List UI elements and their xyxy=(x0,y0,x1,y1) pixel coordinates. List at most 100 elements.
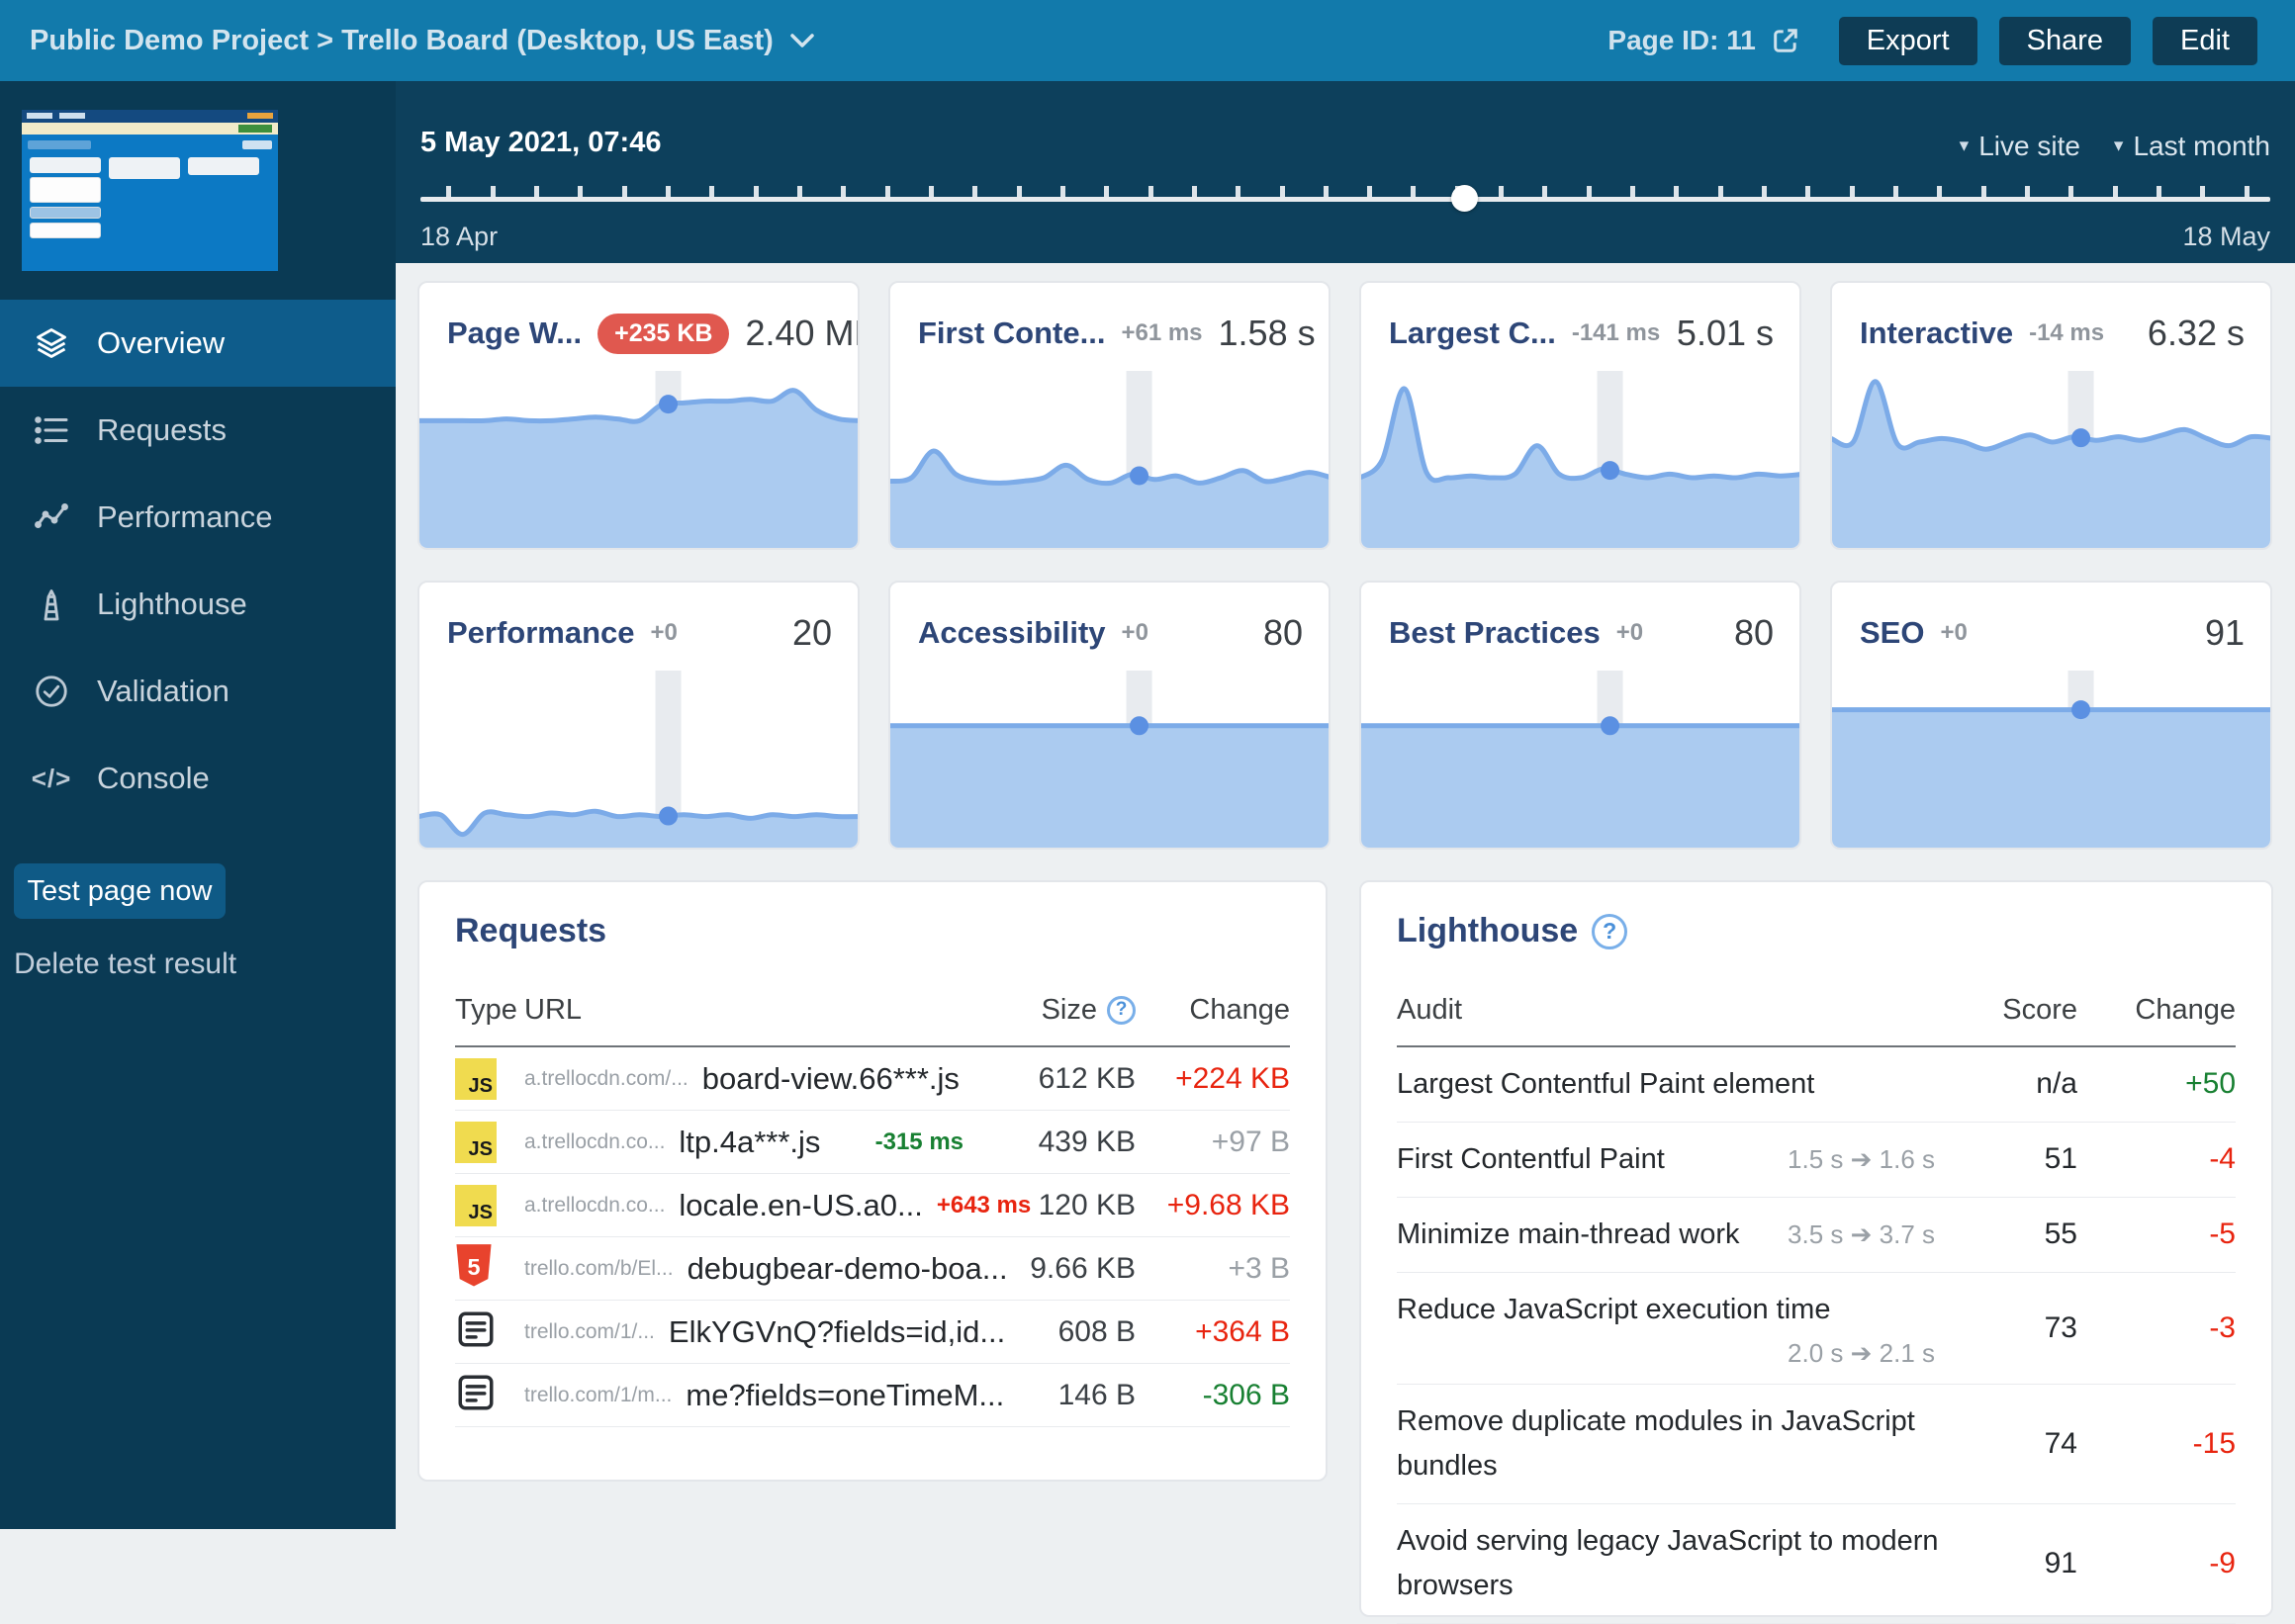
size-help-icon[interactable]: ? xyxy=(1107,996,1136,1025)
request-size: 146 B xyxy=(987,1379,1136,1412)
sidebar: Overview Requests Performance xyxy=(0,81,396,1529)
export-button[interactable]: Export xyxy=(1839,17,1977,65)
js-file-icon: JS xyxy=(455,1058,497,1100)
range-start-label: 18 Apr xyxy=(420,222,498,252)
timeline-header: 5 May 2021, 07:46 ▾ Live site ▾ Last mon… xyxy=(396,81,2295,263)
date-range-dropdown[interactable]: ▾ Last month xyxy=(2114,131,2270,162)
metric-sparkline xyxy=(1360,371,1801,549)
metric-value: 20 xyxy=(792,612,832,654)
audit-score: 51 xyxy=(1949,1142,2077,1176)
lighthouse-row[interactable]: Minimize main-thread work 3.5 s ➔ 3.7 s … xyxy=(1397,1198,2236,1273)
request-change: +224 KB xyxy=(1136,1062,1290,1096)
sidebar-item-overview[interactable]: Overview xyxy=(0,300,396,387)
request-row[interactable]: JS a.trellocdn.co... locale.en-US.a0... … xyxy=(455,1174,1290,1237)
request-change: -306 B xyxy=(1136,1379,1290,1412)
thumbnail-list xyxy=(30,157,101,173)
audit-change: -9 xyxy=(2077,1547,2236,1580)
lighthouse-row[interactable]: Largest Contentful Paint element n/a +50 xyxy=(1397,1047,2236,1123)
external-link-icon[interactable] xyxy=(1770,25,1801,56)
lighthouse-row[interactable]: Remove duplicate modules in JavaScript b… xyxy=(1397,1385,2236,1504)
metric-card-accessibility-score: Accessibility +0 80 xyxy=(888,581,1331,850)
metric-sparkline xyxy=(1360,671,1801,849)
metric-value: 80 xyxy=(1734,612,1774,654)
col-size: Size xyxy=(1042,994,1097,1027)
breadcrumb-label: Public Demo Project > Trello Board (Desk… xyxy=(30,25,774,57)
svg-text:5: 5 xyxy=(467,1254,480,1280)
lighthouse-panel-title: Lighthouse xyxy=(1397,912,1578,950)
sidebar-item-lighthouse[interactable]: Lighthouse xyxy=(0,561,396,648)
lighthouse-help-icon[interactable]: ? xyxy=(1592,914,1627,949)
sidebar-item-performance[interactable]: Performance xyxy=(0,474,396,561)
request-row[interactable]: trello.com/1/m... me?fields=oneTimeM... … xyxy=(455,1364,1290,1427)
metric-card-performance-score: Performance +0 20 xyxy=(417,581,860,850)
js-file-icon: JS xyxy=(455,1122,497,1163)
dropdown-caret-icon: ▾ xyxy=(1960,135,1970,157)
metric-title: First Conte... xyxy=(918,316,1105,351)
audit-score: 55 xyxy=(1949,1218,2077,1251)
audit-score: 91 xyxy=(1949,1547,2077,1580)
lighthouse-panel: Lighthouse ? Audit Score Change Largest … xyxy=(1359,880,2273,1617)
request-change: +9.68 KB xyxy=(1136,1189,1290,1222)
metric-cards-row-2: Performance +0 20 Accessibility +0 80 Be… xyxy=(417,581,2295,850)
request-row[interactable]: 5 trello.com/b/El... debugbear-demo-boa.… xyxy=(455,1237,1290,1301)
lighthouse-row[interactable]: Reduce JavaScript execution time 2.0 s ➔… xyxy=(1397,1273,2236,1385)
dropdown-caret-icon: ▾ xyxy=(2114,135,2124,157)
request-size: 9.66 KB xyxy=(987,1252,1136,1286)
request-row[interactable]: JS a.trellocdn.com/... board-view.66***.… xyxy=(455,1047,1290,1111)
lighthouse-row[interactable]: Avoid serving legacy JavaScript to moder… xyxy=(1397,1504,2236,1624)
topbar-actions: Page ID: 11 Export Share Edit xyxy=(1607,17,2257,65)
edit-button[interactable]: Edit xyxy=(2153,17,2257,65)
lighthouse-table-header: Audit Score Change xyxy=(1397,974,2236,1047)
audit-change: -5 xyxy=(2077,1218,2236,1251)
delete-test-result-link[interactable]: Delete test result xyxy=(14,947,236,981)
lighthouse-row[interactable]: First Contentful Paint 1.5 s ➔ 1.6 s 51 … xyxy=(1397,1123,2236,1198)
request-size: 120 KB xyxy=(987,1189,1136,1222)
request-change: +364 B xyxy=(1136,1315,1290,1349)
main-content: Page W... +235 KB 2.40 MB First Conte...… xyxy=(396,263,2295,1529)
document-file-icon xyxy=(455,1372,524,1418)
request-row[interactable]: trello.com/1/... ElkYGVnQ?fields=id,id..… xyxy=(455,1301,1290,1364)
metric-card-best-practices-score: Best Practices +0 80 xyxy=(1359,581,1801,850)
metric-change: +0 xyxy=(651,619,678,647)
timeline-handle[interactable] xyxy=(1451,185,1478,212)
audit-score: 74 xyxy=(1949,1427,2077,1461)
sidebar-nav: Overview Requests Performance xyxy=(0,300,396,822)
list-icon xyxy=(32,412,71,448)
thumbnail-notice-bar xyxy=(22,123,278,135)
metric-change: +0 xyxy=(1940,619,1967,647)
request-row[interactable]: JS a.trellocdn.co... ltp.4a***.js -315 m… xyxy=(455,1111,1290,1174)
metric-change: -14 ms xyxy=(2029,319,2104,347)
metric-value: 91 xyxy=(2205,612,2245,654)
audit-timing: 2.0 s ➔ 2.1 s xyxy=(1397,1338,1949,1369)
live-site-dropdown[interactable]: ▾ Live site xyxy=(1960,131,2080,162)
audit-score: n/a xyxy=(1949,1067,2077,1101)
audit-timing: 3.5 s ➔ 3.7 s xyxy=(1788,1219,1949,1250)
sidebar-item-console[interactable]: </> Console xyxy=(0,735,396,822)
html-file-icon: 5 xyxy=(455,1244,524,1293)
metric-sparkline xyxy=(889,671,1331,849)
col-score: Score xyxy=(1949,994,2077,1027)
breadcrumb[interactable]: Public Demo Project > Trello Board (Desk… xyxy=(30,25,815,57)
col-change: Change xyxy=(2077,994,2236,1027)
metric-sparkline xyxy=(418,371,860,549)
sidebar-item-label: Console xyxy=(97,761,210,796)
check-circle-icon xyxy=(32,674,71,709)
change-badge: +235 KB xyxy=(597,314,729,354)
metric-title: Interactive xyxy=(1860,316,2013,351)
sidebar-item-validation[interactable]: Validation xyxy=(0,648,396,735)
metric-value: 5.01 s xyxy=(1677,313,1774,354)
sidebar-item-requests[interactable]: Requests xyxy=(0,387,396,474)
metric-value: 6.32 s xyxy=(2148,313,2245,354)
share-button[interactable]: Share xyxy=(1999,17,2131,65)
requests-panel-title: Requests xyxy=(455,912,606,950)
metric-value: 1.58 s xyxy=(1219,313,1316,354)
layers-icon xyxy=(32,325,71,361)
selected-date-label: 5 May 2021, 07:46 xyxy=(420,127,661,159)
col-change: Change xyxy=(1136,994,1290,1027)
requests-panel: Requests Type URL Size ? Change JS a.tre… xyxy=(417,880,1328,1482)
top-bar: Public Demo Project > Trello Board (Desk… xyxy=(0,0,2295,81)
metric-change: +0 xyxy=(1616,619,1643,647)
test-page-now-button[interactable]: Test page now xyxy=(14,863,226,919)
timeline-track[interactable] xyxy=(420,197,2270,202)
audit-timing: 1.5 s ➔ 1.6 s xyxy=(1788,1144,1949,1175)
